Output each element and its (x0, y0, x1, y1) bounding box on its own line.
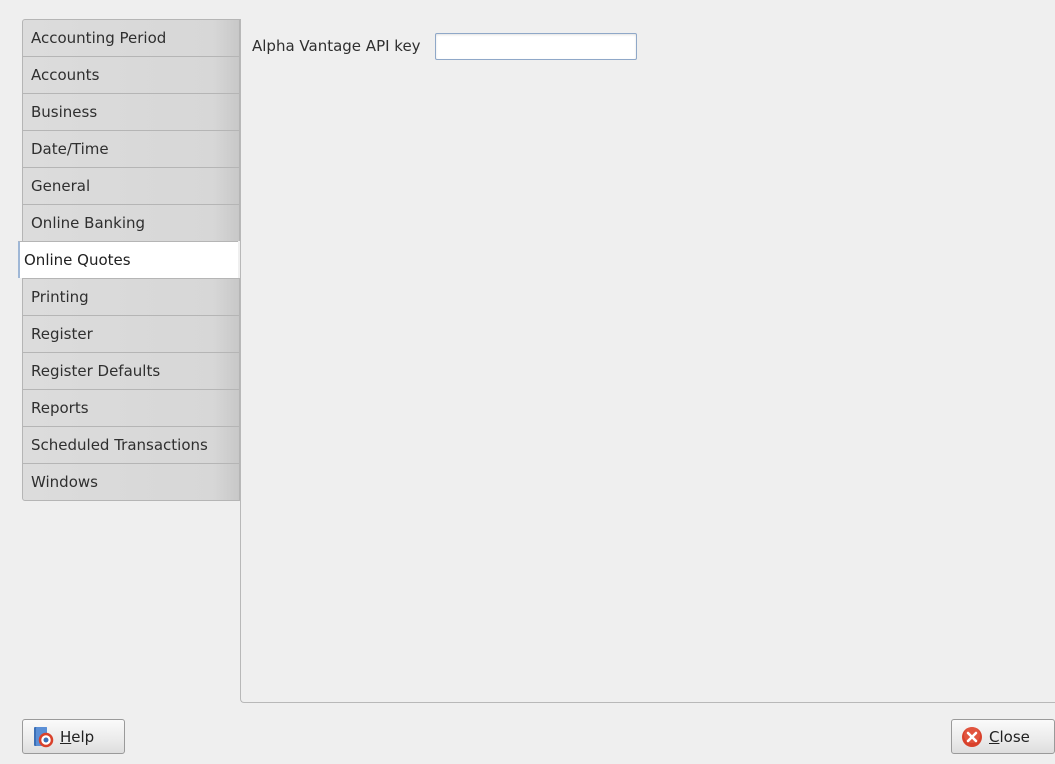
tab-general[interactable]: General (22, 167, 240, 204)
close-button[interactable]: Close (951, 719, 1055, 754)
help-button-label: Help (60, 727, 95, 746)
close-icon (961, 726, 983, 748)
tab-scheduled-transactions[interactable]: Scheduled Transactions (22, 426, 240, 463)
api-key-input[interactable] (434, 32, 637, 60)
close-button-label: Close (989, 727, 1030, 746)
api-key-row: Alpha Vantage API key (252, 32, 637, 60)
preferences-tab-list: Accounting Period Accounts Business Date… (18, 19, 240, 501)
tab-register[interactable]: Register (22, 315, 240, 352)
tab-online-quotes[interactable]: Online Quotes (18, 241, 238, 278)
help-icon (32, 726, 54, 748)
tab-accounts[interactable]: Accounts (22, 56, 240, 93)
tab-business[interactable]: Business (22, 93, 240, 130)
api-key-label: Alpha Vantage API key (252, 37, 421, 55)
tab-reports[interactable]: Reports (22, 389, 240, 426)
online-quotes-panel: Alpha Vantage API key (240, 19, 1055, 703)
help-button[interactable]: Help (22, 719, 125, 754)
tab-windows[interactable]: Windows (22, 463, 240, 501)
tab-printing[interactable]: Printing (22, 278, 240, 315)
tab-online-banking[interactable]: Online Banking (22, 204, 240, 241)
tab-accounting-period[interactable]: Accounting Period (22, 19, 240, 56)
preferences-window: Accounting Period Accounts Business Date… (0, 0, 1055, 764)
tab-date-time[interactable]: Date/Time (22, 130, 240, 167)
tab-register-defaults[interactable]: Register Defaults (22, 352, 240, 389)
